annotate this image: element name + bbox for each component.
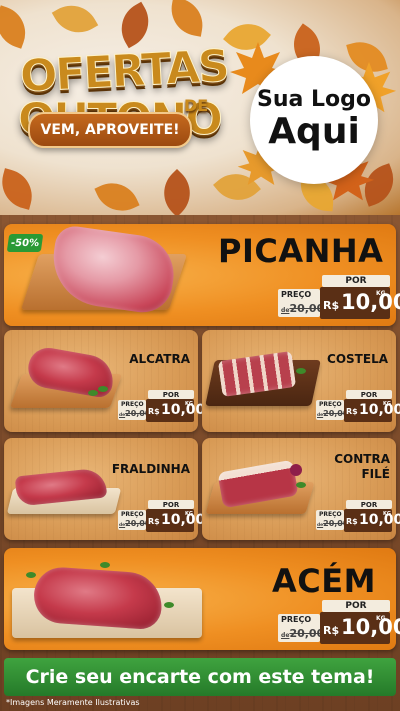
old-price-box: PREÇO de20,00	[316, 400, 348, 420]
new-price-box: R$ 10,00 KG	[320, 287, 400, 319]
preco-label: PREÇO	[281, 290, 312, 299]
unit-label: KG	[376, 615, 386, 622]
product-name-line1: CONTRA	[334, 452, 390, 466]
title-ofertas: OFERTAS	[18, 40, 229, 103]
currency-label: R$	[148, 407, 160, 416]
old-price-box: PREÇO de20,00	[278, 614, 324, 642]
price-tag-fraldinha: POR PREÇO de20,00 R$ 10,00 KG	[118, 500, 205, 532]
currency-label: R$	[323, 624, 340, 637]
new-price-box: R$ 10,00 KG	[146, 399, 205, 422]
price-tag-picanha: POR PREÇO de20,00 R$ 10,00 KG	[278, 275, 400, 319]
product-name-fraldinha: FRALDINHA	[111, 462, 190, 476]
new-price: 10,00	[359, 512, 400, 528]
por-label: POR	[148, 390, 194, 399]
autumn-leaf-icon	[51, 0, 99, 43]
new-price: 10,00	[359, 402, 400, 418]
price-tag-alcatra: POR PREÇO de20,00 R$ 10,00 KG	[118, 390, 205, 422]
cta-banner[interactable]: Crie seu encarte com este tema!	[4, 658, 396, 696]
por-label: POR	[346, 390, 392, 399]
por-label: POR	[322, 275, 390, 287]
por-label: POR	[346, 500, 392, 509]
preco-label: PREÇO	[121, 401, 144, 408]
logo-text-line2: Aqui	[268, 111, 360, 153]
currency-label: R$	[346, 517, 358, 526]
product-name-picanha: PICANHA	[218, 232, 384, 270]
old-price: de20,00	[281, 302, 325, 315]
preco-label: PREÇO	[281, 615, 312, 624]
disclaimer-text: *Imagens Meramente Ilustrativas	[6, 698, 140, 707]
price-tag-costela: POR PREÇO de20,00 R$ 10,00 KG	[316, 390, 400, 422]
old-price-box: PREÇO de20,00	[316, 510, 348, 530]
onion-icon	[290, 464, 302, 476]
unit-label: KG	[383, 401, 391, 407]
price-tag-contra-file: POR PREÇO de20,00 R$ 10,00 KG	[316, 500, 400, 532]
discount-badge: -50%	[6, 234, 44, 252]
currency-label: R$	[323, 299, 340, 312]
unit-label: KG	[185, 401, 193, 407]
new-price: 10,00	[341, 290, 400, 314]
new-price: 10,00	[341, 615, 400, 639]
logo-text-line1: Sua Logo	[256, 87, 371, 113]
product-name-costela: COSTELA	[327, 352, 388, 366]
product-name-acem: ACÉM	[272, 562, 376, 600]
old-price-box: PREÇO de20,00	[118, 400, 150, 420]
price-tag-acem: POR PREÇO de20,00 R$ 10,00 KG	[278, 600, 400, 644]
slogan-ribbon: VEM, APROVEITE!	[28, 112, 192, 148]
product-name-alcatra: ALCATRA	[129, 352, 190, 366]
logo-placeholder: Sua Logo Aqui	[250, 56, 378, 184]
title-de: DE	[184, 96, 209, 115]
product-name-line2: FILÉ	[361, 467, 390, 481]
por-label: POR	[322, 600, 390, 612]
old-price-box: PREÇO de20,00	[118, 510, 150, 530]
currency-label: R$	[148, 517, 160, 526]
currency-label: R$	[346, 407, 358, 416]
new-price-box: R$ 10,00 KG	[146, 509, 205, 532]
autumn-leaf-icon	[167, 0, 207, 37]
old-price-box: PREÇO de20,00	[278, 289, 324, 317]
preco-label: PREÇO	[121, 511, 144, 518]
new-price-box: R$ 10,00 KG	[344, 509, 400, 532]
new-price: 10,00	[161, 512, 206, 528]
preco-label: PREÇO	[319, 401, 342, 408]
new-price-box: R$ 10,00 KG	[320, 612, 400, 644]
product-name-contra-file: CONTRA FILÉ	[318, 452, 390, 482]
unit-label: KG	[185, 511, 193, 517]
por-label: POR	[148, 500, 194, 509]
old-price: de20,00	[281, 627, 325, 640]
unit-label: KG	[383, 511, 391, 517]
preco-label: PREÇO	[319, 511, 342, 518]
unit-label: KG	[376, 290, 386, 297]
new-price-box: R$ 10,00 KG	[344, 399, 400, 422]
autumn-header-banner: OFERTAS OUTONO DE VEM, APROVEITE! Sua Lo…	[0, 0, 400, 215]
new-price: 10,00	[161, 402, 206, 418]
acem-meat-image	[32, 565, 164, 631]
